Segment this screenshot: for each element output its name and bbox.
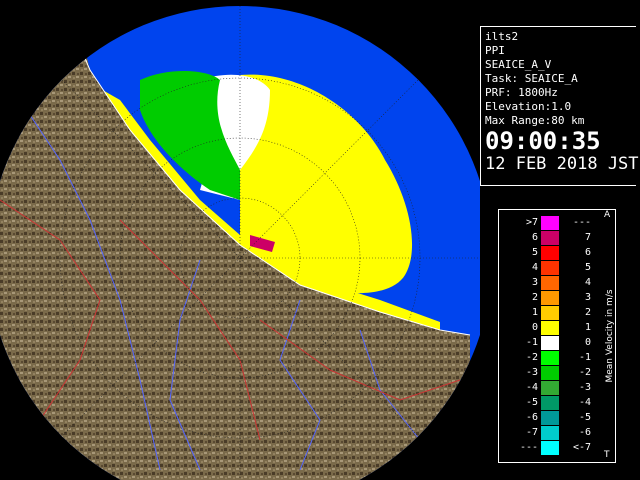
legend-swatch xyxy=(541,381,559,395)
legend-left-label: -7 xyxy=(525,427,538,438)
legend-row: 23 xyxy=(499,291,617,305)
legend-row: 67 xyxy=(499,231,617,245)
observation-time: 09:00:35 xyxy=(485,127,601,155)
legend-right-label: 5 xyxy=(584,262,591,273)
legend-swatch xyxy=(541,246,559,260)
legend-swatch xyxy=(541,261,559,275)
legend-row: --- <-7 xyxy=(499,441,617,455)
legend-right-label: -5 xyxy=(578,412,591,423)
legend-right-label: 1 xyxy=(584,322,591,333)
legend-swatch xyxy=(541,351,559,365)
legend-left-label: -1 xyxy=(525,337,538,348)
legend-row: -6 -5 xyxy=(499,411,617,425)
legend-left-label: 3 xyxy=(531,277,538,288)
legend-row: 01 xyxy=(499,321,617,335)
legend-right-label: 4 xyxy=(584,277,591,288)
legend-right-label: 0 xyxy=(584,337,591,348)
legend-swatch xyxy=(541,291,559,305)
product-type: PPI xyxy=(485,44,505,57)
legend-row: -5 -4 xyxy=(499,396,617,410)
observation-date: 12 FEB 2018 JST xyxy=(485,154,639,174)
legend-left-label: -5 xyxy=(525,397,538,408)
legend-swatch xyxy=(541,276,559,290)
legend-right-label: 2 xyxy=(584,307,591,318)
legend-row: 34 xyxy=(499,276,617,290)
legend-corner-top: A xyxy=(604,210,611,220)
legend-row: 56 xyxy=(499,246,617,260)
legend-corner-bottom: T xyxy=(604,450,610,460)
legend-row: -2 -1 xyxy=(499,351,617,365)
legend-right-label: 3 xyxy=(584,292,591,303)
legend-swatch xyxy=(541,411,559,425)
legend-left-label: 2 xyxy=(531,292,538,303)
station-name: ilts2 xyxy=(485,30,519,43)
legend-right-label: -6 xyxy=(578,427,591,438)
legend-left-label: >7 xyxy=(525,217,538,228)
legend-left-label: 0 xyxy=(531,322,538,333)
legend-swatch xyxy=(541,321,559,335)
legend-right-label: -2 xyxy=(578,367,591,378)
radar-ppi-display xyxy=(0,0,480,480)
legend-row: >7 --- xyxy=(499,216,617,230)
legend-swatch xyxy=(541,306,559,320)
legend-right-label: -3 xyxy=(578,382,591,393)
legend-right-label: --- xyxy=(572,217,591,228)
legend-swatch xyxy=(541,441,559,455)
legend-row: -1 0 xyxy=(499,336,617,350)
legend-swatch xyxy=(541,366,559,380)
legend-swatch xyxy=(541,216,559,230)
elevation-value: Elevation:1.0 xyxy=(485,100,572,113)
legend-right-label: 7 xyxy=(584,232,591,243)
legend-swatch xyxy=(541,231,559,245)
legend-row: -4 -3 xyxy=(499,381,617,395)
task-name: Task: SEAICE_A xyxy=(485,72,578,85)
legend-row: 12 xyxy=(499,306,617,320)
legend-swatch xyxy=(541,336,559,350)
prf-value: PRF: 1800Hz xyxy=(485,86,558,99)
legend-left-label: -6 xyxy=(525,412,538,423)
legend-right-label: 6 xyxy=(584,247,591,258)
legend-row: -3 -2 xyxy=(499,366,617,380)
legend-left-label: 1 xyxy=(531,307,538,318)
legend-right-label: <-7 xyxy=(572,442,591,453)
legend-left-label: -2 xyxy=(525,352,538,363)
legend-right-label: -1 xyxy=(578,352,591,363)
legend-left-label: 6 xyxy=(531,232,538,243)
legend-swatch xyxy=(541,426,559,440)
legend-left-label: 4 xyxy=(531,262,538,273)
legend-left-label: -3 xyxy=(525,367,538,378)
velocity-legend: >7 --- 6 7 5 6 4 5 3 4 2 3 1 2 0 1 -1 0 -2 -1 -3 -2 -4 -3 -5 -4 -6… xyxy=(498,209,616,463)
legend-left-label: 5 xyxy=(531,247,538,258)
info-panel: ilts2 PPI SEAICE_A_V Task: SEAICE_A PRF:… xyxy=(480,26,639,186)
max-range-value: Max Range:80 km xyxy=(485,114,585,127)
legend-title: Mean Velocity in m/s xyxy=(605,289,615,383)
legend-left-label: -4 xyxy=(525,382,538,393)
source-name: SEAICE_A_V xyxy=(485,58,552,71)
legend-left-label: --- xyxy=(519,442,538,453)
legend-swatch xyxy=(541,396,559,410)
legend-row: -7 -6 xyxy=(499,426,617,440)
legend-row: 45 xyxy=(499,261,617,275)
legend-right-label: -4 xyxy=(578,397,591,408)
